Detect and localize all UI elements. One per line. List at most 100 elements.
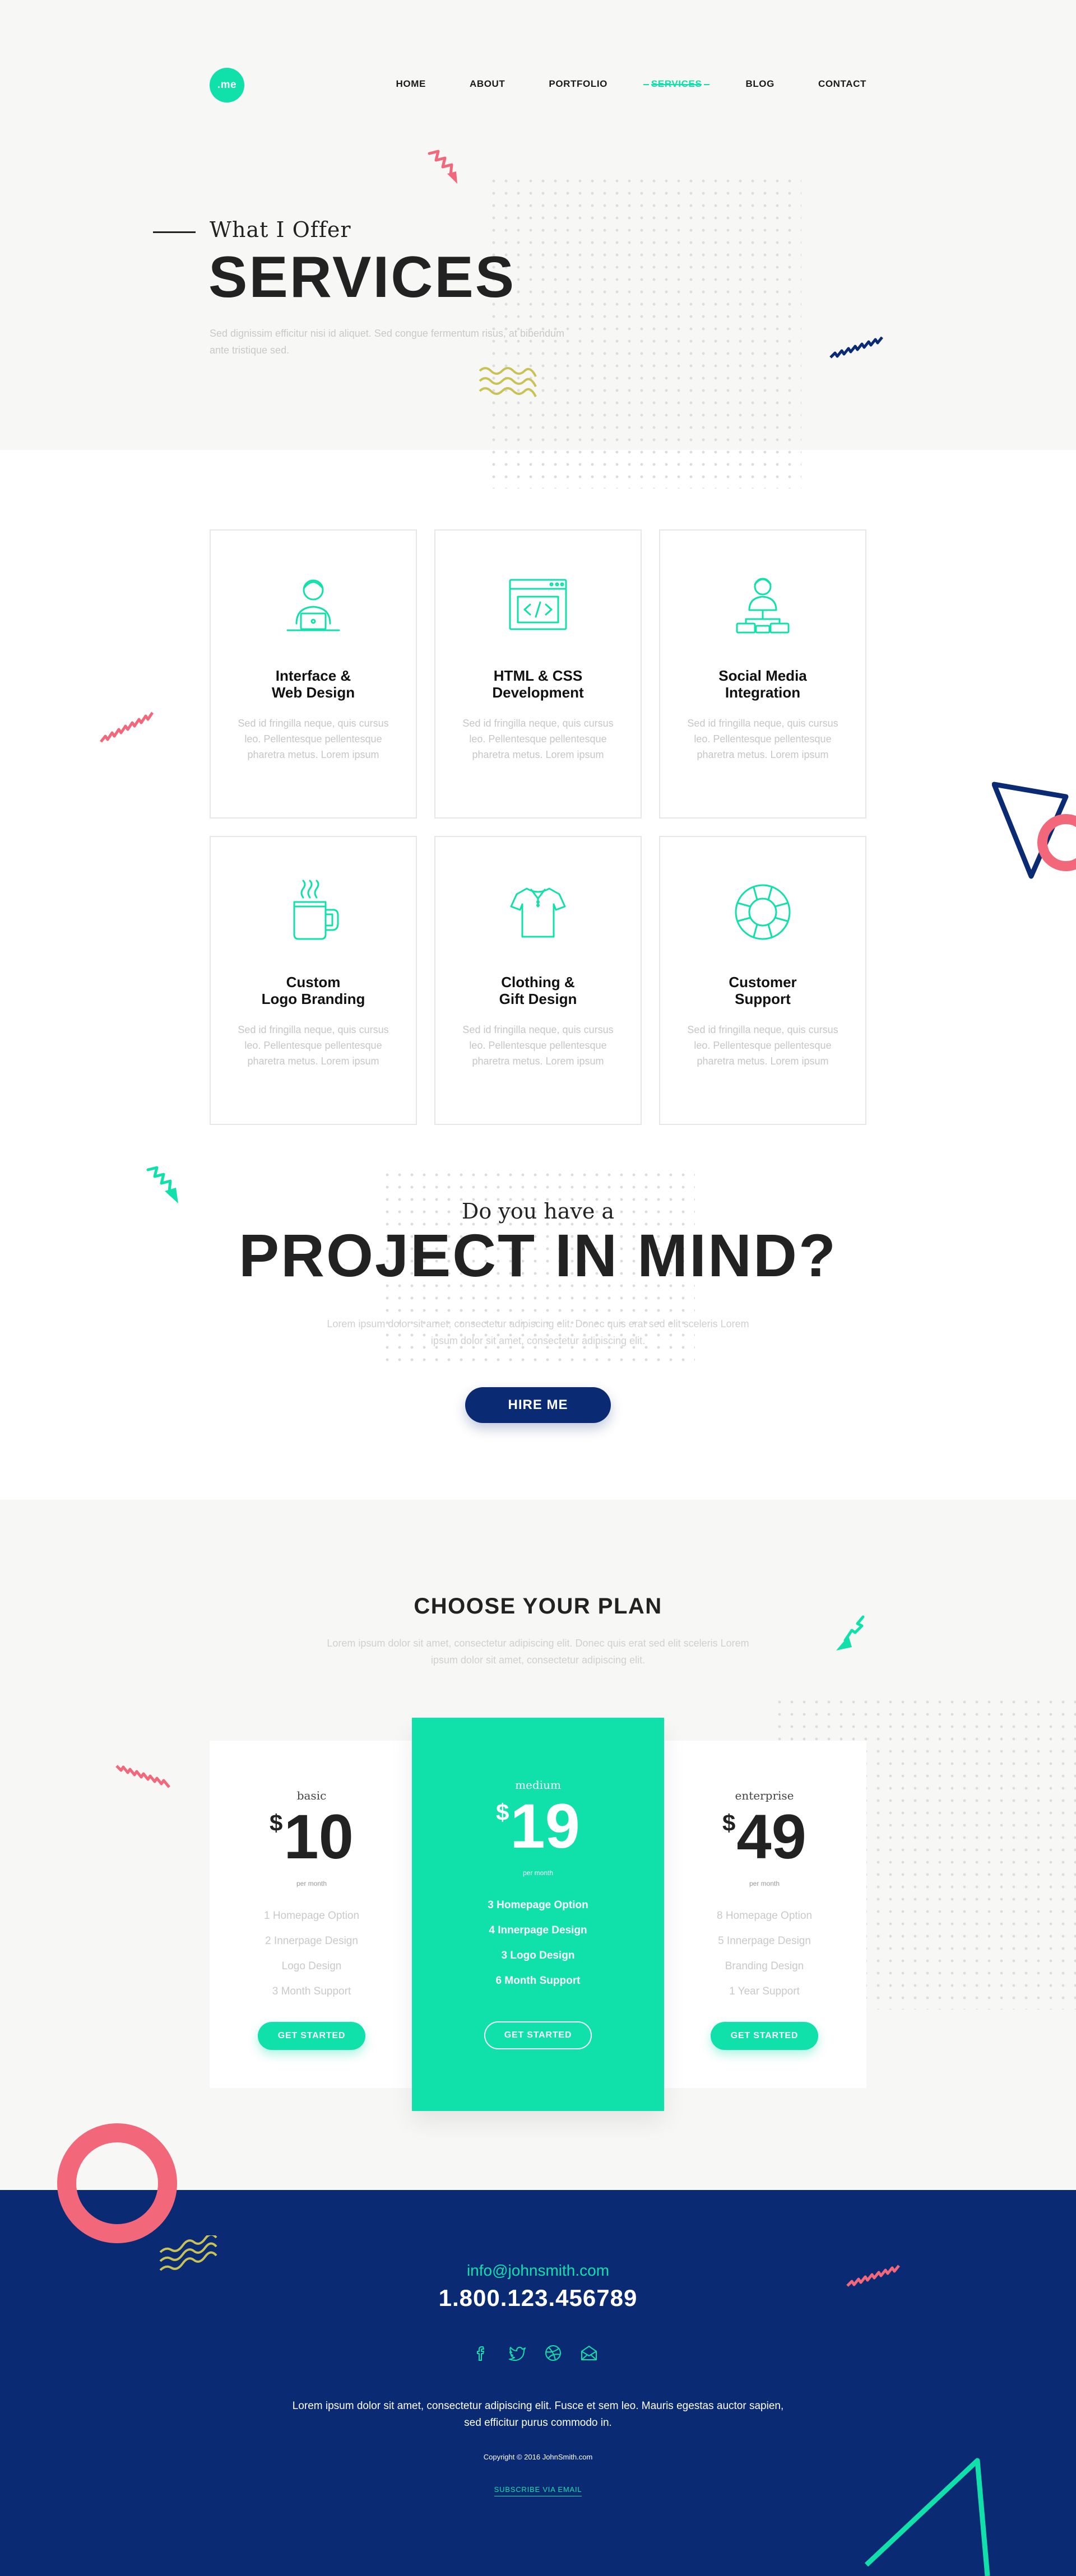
plan-feature: 3 Logo Design <box>501 1950 575 1961</box>
service-card[interactable]: HTML & CSS Development Sed id fringilla … <box>434 529 642 819</box>
plan-feature: 8 Homepage Option <box>716 1910 813 1922</box>
service-card[interactable]: Customer Support Sed id fringilla neque,… <box>659 836 866 1125</box>
hero-section: .me HOME ABOUT PORTFOLIO SERVICES BLOG C… <box>0 0 1076 489</box>
currency-symbol: $ <box>270 1810 283 1836</box>
service-text: Sed id fringilla neque, quis cursus leo.… <box>462 718 614 760</box>
site-logo[interactable]: .me <box>210 68 244 103</box>
plan-name: medium <box>515 1778 561 1792</box>
subscribe-link-wrap: SUBSCRIBE VIA EMAIL <box>0 2485 1076 2496</box>
plan-price: $49 <box>662 1806 866 1868</box>
service-card[interactable]: Social Media Integration Sed id fringill… <box>659 529 866 819</box>
plan-card-enterprise: enterprise $49 per month 8 Homepage Opti… <box>662 1741 866 2088</box>
lifebuoy-icon <box>735 884 791 940</box>
cta-description: Lorem ipsum dolor sit amet, consectetur … <box>327 1318 749 1346</box>
plan-features: 8 Homepage Option 5 Innerpage Design Bra… <box>662 1903 866 2004</box>
nav-contact[interactable]: CONTACT <box>818 78 866 90</box>
plan-period: per month <box>522 1869 554 1877</box>
plan-price-value: 49 <box>736 1802 806 1872</box>
coral-arrow-squiggle <box>428 150 457 184</box>
network-person-icon <box>736 578 790 634</box>
service-text: Sed id fringilla neque, quis cursus leo.… <box>687 1024 838 1067</box>
footer-social <box>472 2343 599 2363</box>
nav-active-strike <box>651 84 702 85</box>
plan-features: 3 Homepage Option 4 Innerpage Design 3 L… <box>412 1893 664 1993</box>
plan-feature: Logo Design <box>281 1960 342 1972</box>
nav-about[interactable]: ABOUT <box>470 78 505 90</box>
olive-wave-squiggle <box>479 367 537 397</box>
code-window-icon <box>509 579 567 630</box>
plan-feature: 3 Homepage Option <box>488 1899 588 1911</box>
nav-home[interactable]: HOME <box>396 78 426 90</box>
plan-card-basic: basic $10 per month 1 Homepage Option 2 … <box>210 1741 414 2088</box>
pricing-description: Lorem ipsum dolor sit amet, consectetur … <box>327 1638 749 1666</box>
designer-laptop-icon <box>286 579 340 631</box>
service-title: Clothing & Gift Design <box>499 974 577 1007</box>
twitter-icon[interactable] <box>508 2343 527 2363</box>
nav-blog[interactable]: BLOG <box>745 78 774 90</box>
get-started-button[interactable]: GET STARTED <box>711 2022 818 2050</box>
service-text: Sed id fringilla neque, quis cursus leo.… <box>462 1024 614 1067</box>
main-nav: HOME ABOUT PORTFOLIO SERVICES BLOG CONTA… <box>353 78 866 90</box>
navy-triangle-coral-circle <box>992 782 1076 879</box>
plan-price-value: 10 <box>284 1802 354 1872</box>
hero-subtitle: What I Offer <box>210 217 351 242</box>
service-title: Social Media Integration <box>718 667 807 701</box>
plan-feature: 1 Homepage Option <box>263 1910 360 1922</box>
service-text: Sed id fringilla neque, quis cursus leo.… <box>687 718 838 760</box>
coral-zigzag <box>115 1765 170 1788</box>
currency-symbol: $ <box>722 1810 736 1836</box>
footer-email[interactable]: info@johnsmith.com <box>0 2262 1076 2280</box>
plan-period: per month <box>296 1880 327 1887</box>
footer-phone: 1.800.123.456789 <box>438 2285 638 2311</box>
plan-features: 1 Homepage Option 2 Innerpage Design Log… <box>210 1903 414 2004</box>
subscribe-link[interactable]: SUBSCRIBE VIA EMAIL <box>494 2485 582 2496</box>
get-started-button[interactable]: GET STARTED <box>258 2022 365 2050</box>
service-text: Sed id fringilla neque, quis cursus leo.… <box>238 718 389 760</box>
service-title: Interface & Web Design <box>271 667 355 701</box>
coffee-mug-icon <box>293 880 339 940</box>
plan-feature: Branding Design <box>725 1960 804 1972</box>
plan-price: $19 <box>412 1795 664 1858</box>
pricing-title: CHOOSE YOUR PLAN <box>414 1594 662 1619</box>
hero-description: Sed dignissim efficitur nisi id aliquet.… <box>210 328 564 356</box>
page: .me HOME ABOUT PORTFOLIO SERVICES BLOG C… <box>0 0 1076 2576</box>
service-title: Custom Logo Branding <box>261 974 365 1007</box>
footer-text: Lorem ipsum dolor sit amet, consectetur … <box>292 2400 784 2429</box>
tshirt-icon <box>510 887 566 938</box>
service-card[interactable]: Custom Logo Branding Sed id fringilla ne… <box>210 836 417 1125</box>
nav-portfolio[interactable]: PORTFOLIO <box>549 78 607 90</box>
get-started-button[interactable]: GET STARTED <box>484 2021 592 2049</box>
currency-symbol: $ <box>496 1799 509 1825</box>
plan-name: basic <box>296 1789 327 1802</box>
plan-feature: 5 Innerpage Design <box>718 1935 811 1947</box>
footer-copyright: Copyright © 2016 JohnSmith.com <box>483 2453 593 2461</box>
service-title: Customer Support <box>729 974 797 1007</box>
plan-feature: 1 Year Support <box>729 1986 800 1997</box>
hero-accent-line <box>153 231 196 233</box>
plan-name: enterprise <box>735 1789 794 1802</box>
coral-zigzag <box>100 712 154 743</box>
hero-title: SERVICES <box>208 245 516 310</box>
navy-zigzag <box>829 336 883 359</box>
plan-feature: 2 Innerpage Design <box>265 1935 358 1947</box>
facebook-icon[interactable] <box>472 2343 491 2363</box>
plan-period: per month <box>749 1880 780 1887</box>
nav-services[interactable]: SERVICES <box>643 78 710 90</box>
mail-icon[interactable] <box>579 2343 599 2363</box>
plan-feature: 6 Month Support <box>495 1975 581 1987</box>
plan-feature: 4 Innerpage Design <box>489 1924 587 1936</box>
service-card[interactable]: Interface & Web Design Sed id fringilla … <box>210 529 417 819</box>
cta-title: PROJECT IN MIND? <box>238 1221 838 1289</box>
hire-me-button[interactable]: HIRE ME <box>465 1387 611 1423</box>
service-title: HTML & CSS Development <box>492 667 584 701</box>
coral-ring <box>57 2123 177 2243</box>
service-text: Sed id fringilla neque, quis cursus leo.… <box>238 1024 389 1067</box>
dribbble-icon[interactable] <box>544 2343 563 2363</box>
plan-price: $10 <box>210 1806 414 1868</box>
teal-triangle-outline <box>864 2458 990 2576</box>
service-card[interactable]: Clothing & Gift Design Sed id fringilla … <box>434 836 642 1125</box>
plan-price-value: 19 <box>510 1791 580 1861</box>
plan-card-medium: medium $19 per month 3 Homepage Option 4… <box>412 1718 664 2111</box>
plan-feature: 3 Month Support <box>272 1986 351 1997</box>
teal-arrow-squiggle <box>836 1615 865 1650</box>
